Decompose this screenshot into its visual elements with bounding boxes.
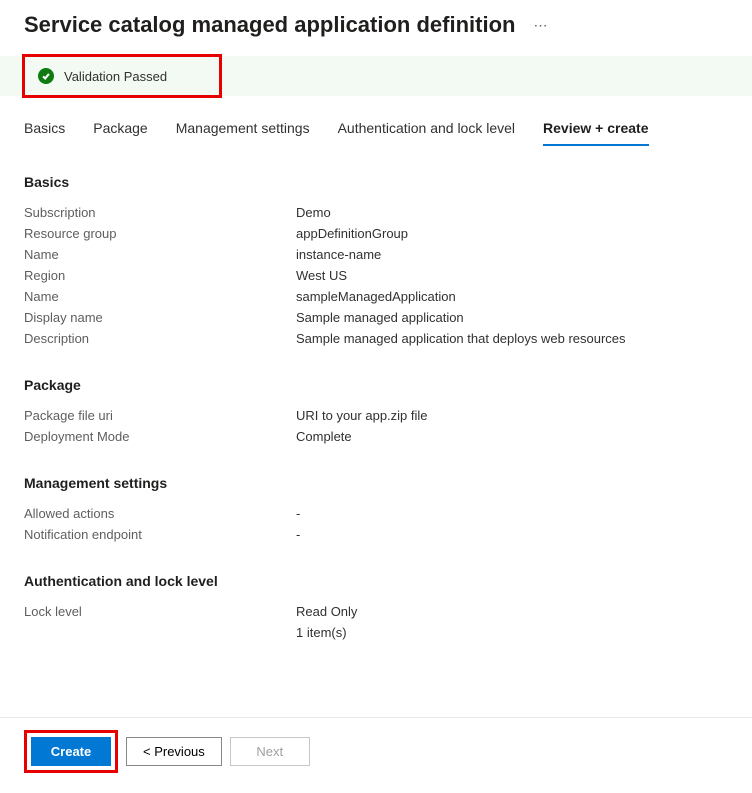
- create-button[interactable]: Create: [31, 737, 111, 766]
- validation-text: Validation Passed: [64, 69, 167, 84]
- value-subscription: Demo: [296, 205, 331, 220]
- tab-basics[interactable]: Basics: [24, 120, 65, 146]
- validation-banner: Validation Passed: [0, 56, 752, 96]
- footer-actions: Create < Previous Next: [0, 717, 752, 793]
- value-description: Sample managed application that deploys …: [296, 331, 626, 346]
- tab-management-settings[interactable]: Management settings: [176, 120, 310, 146]
- label-notification-endpoint: Notification endpoint: [24, 527, 296, 542]
- next-button: Next: [230, 737, 310, 766]
- value-display-name: Sample managed application: [296, 310, 464, 325]
- section-management-settings: Management settings Allowed actions- Not…: [24, 475, 728, 545]
- section-package: Package Package file uriURI to your app.…: [24, 377, 728, 447]
- label-description: Description: [24, 331, 296, 346]
- label-subscription: Subscription: [24, 205, 296, 220]
- tabs: Basics Package Management settings Authe…: [0, 96, 752, 146]
- label-region: Region: [24, 268, 296, 283]
- value-items: 1 item(s): [296, 625, 347, 640]
- value-name-2: sampleManagedApplication: [296, 289, 456, 304]
- more-actions-button[interactable]: ⋯: [529, 15, 552, 36]
- value-notification-endpoint: -: [296, 527, 300, 542]
- tab-review-create[interactable]: Review + create: [543, 120, 648, 146]
- label-lock-level: Lock level: [24, 604, 296, 619]
- section-heading-package: Package: [24, 377, 728, 393]
- value-name: instance-name: [296, 247, 381, 262]
- value-region: West US: [296, 268, 347, 283]
- label-display-name: Display name: [24, 310, 296, 325]
- value-deployment-mode: Complete: [296, 429, 352, 444]
- value-lock-level: Read Only: [296, 604, 357, 619]
- label-items: [24, 625, 296, 640]
- value-package-file-uri: URI to your app.zip file: [296, 408, 428, 423]
- label-name-2: Name: [24, 289, 296, 304]
- check-circle-icon: [38, 68, 54, 84]
- value-allowed-actions: -: [296, 506, 300, 521]
- value-resource-group: appDefinitionGroup: [296, 226, 408, 241]
- tab-package[interactable]: Package: [93, 120, 147, 146]
- label-name: Name: [24, 247, 296, 262]
- section-heading-authentication: Authentication and lock level: [24, 573, 728, 589]
- label-resource-group: Resource group: [24, 226, 296, 241]
- page-title: Service catalog managed application defi…: [24, 12, 515, 38]
- highlight-box-create: Create: [24, 730, 118, 773]
- section-heading-management: Management settings: [24, 475, 728, 491]
- section-heading-basics: Basics: [24, 174, 728, 190]
- section-basics: Basics SubscriptionDemo Resource groupap…: [24, 174, 728, 349]
- tab-authentication[interactable]: Authentication and lock level: [338, 120, 515, 146]
- label-package-file-uri: Package file uri: [24, 408, 296, 423]
- previous-button[interactable]: < Previous: [126, 737, 222, 766]
- label-allowed-actions: Allowed actions: [24, 506, 296, 521]
- section-authentication: Authentication and lock level Lock level…: [24, 573, 728, 643]
- label-deployment-mode: Deployment Mode: [24, 429, 296, 444]
